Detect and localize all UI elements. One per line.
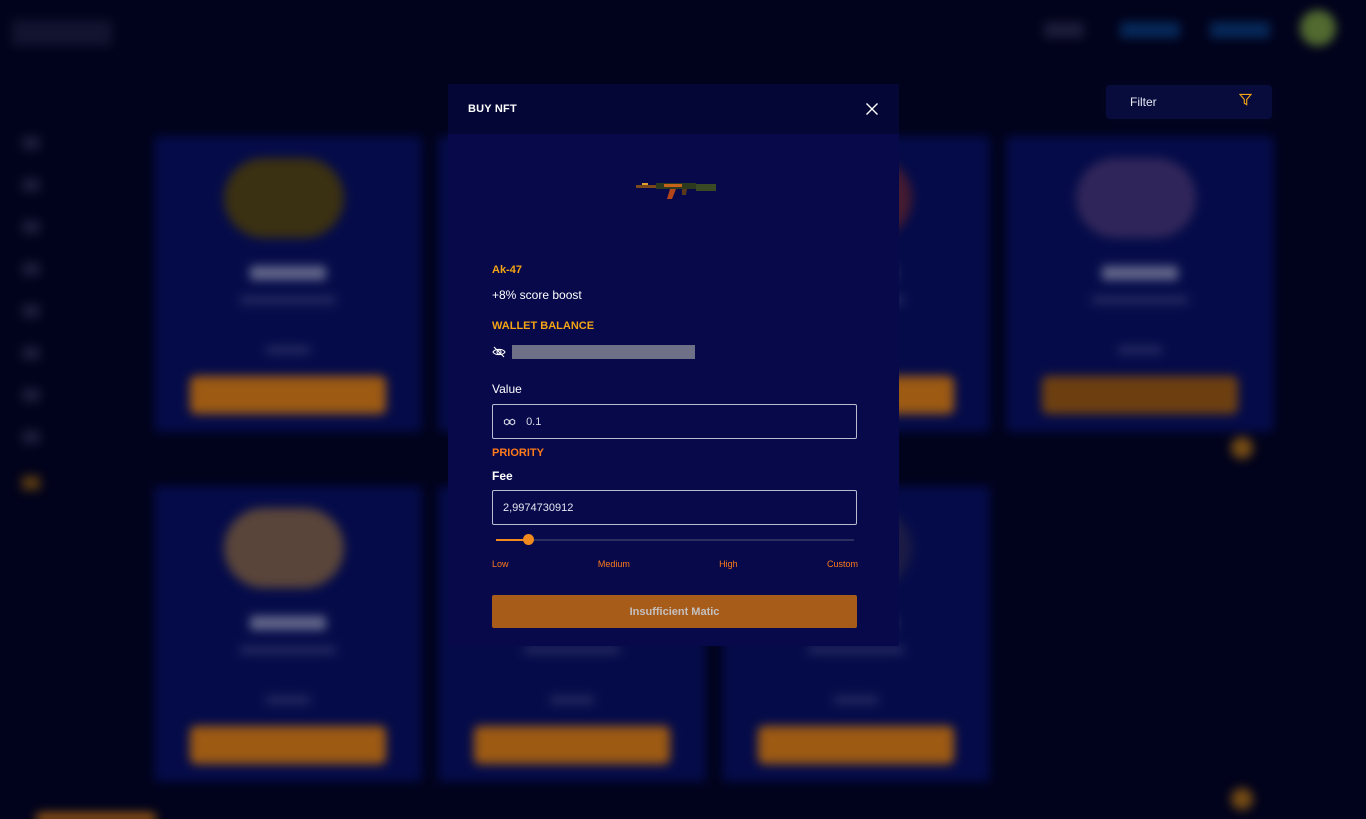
priority-option-low[interactable]: Low [492, 559, 509, 569]
slider-track[interactable] [496, 539, 854, 541]
priority-label: PRIORITY [492, 447, 544, 459]
hidden-balance-mask [512, 345, 695, 359]
modal-title: BUY NFT [468, 103, 517, 115]
nft-perk: +8% score boost [492, 288, 582, 302]
value-input[interactable] [526, 415, 846, 428]
wallet-balance-row [492, 344, 857, 360]
matic-icon [503, 418, 516, 425]
wallet-balance-label: WALLET BALANCE [492, 320, 595, 332]
filter-funnel-icon [1238, 93, 1253, 111]
fee-field[interactable] [492, 490, 857, 525]
fee-input[interactable] [503, 501, 846, 514]
insufficient-matic-button[interactable]: Insufficient Matic [492, 595, 857, 628]
value-field[interactable] [492, 404, 857, 439]
modal-body: Ak-47 +8% score boost WALLET BALANCE Val… [492, 264, 858, 628]
ak47-nft-image [636, 183, 716, 199]
priority-options: Low Medium High Custom [492, 559, 858, 569]
nft-name: Ak-47 [492, 264, 522, 276]
close-icon [866, 103, 878, 115]
priority-option-custom[interactable]: Custom [827, 559, 858, 569]
value-label: Value [492, 382, 522, 396]
close-button[interactable] [861, 98, 883, 120]
filter-button[interactable]: Filter [1106, 85, 1272, 119]
filter-label: Filter [1130, 95, 1157, 109]
fee-label: Fee [492, 469, 513, 483]
priority-slider[interactable] [492, 534, 857, 546]
modal-header: BUY NFT [448, 84, 899, 134]
buy-nft-modal: BUY NFT Ak-47 +8% score boost WALLET BAL… [448, 84, 899, 646]
eye-hidden-icon[interactable] [492, 345, 506, 359]
priority-option-medium[interactable]: Medium [598, 559, 630, 569]
slider-thumb[interactable] [523, 534, 535, 545]
priority-option-high[interactable]: High [719, 559, 738, 569]
